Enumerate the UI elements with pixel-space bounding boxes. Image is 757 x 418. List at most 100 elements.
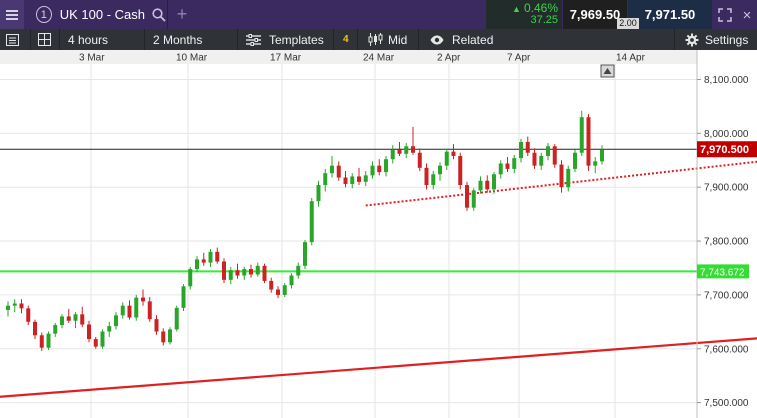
candle-body: [330, 165, 334, 174]
candle: [465, 181, 469, 211]
candle: [242, 266, 247, 280]
candle: [120, 302, 125, 319]
candle-body: [336, 165, 341, 178]
scroll-to-end-icon[interactable]: [600, 64, 615, 78]
up-arrow-icon: ▲: [512, 4, 521, 14]
settings-button[interactable]: Settings: [685, 29, 748, 50]
x-tick-label: 10 Mar: [176, 53, 208, 64]
layout-grid-icon[interactable]: [38, 29, 51, 50]
candle-body: [87, 324, 91, 340]
candle-body: [323, 173, 328, 186]
candle: [485, 175, 490, 193]
price-type-button[interactable]: Mid: [368, 29, 407, 50]
candle: [195, 256, 199, 273]
candle-body: [141, 297, 145, 302]
candle: [228, 266, 233, 285]
candle: [87, 320, 91, 343]
candle: [303, 239, 307, 270]
candle: [208, 249, 213, 267]
candle-body: [147, 301, 152, 320]
change-percent: ▲ 0.46%: [512, 1, 558, 15]
close-icon[interactable]: ×: [739, 6, 755, 24]
interval-dropdown[interactable]: 4 hours: [68, 29, 108, 50]
candle-body: [600, 149, 604, 162]
toolbar-separator: [418, 29, 419, 50]
candle-body: [579, 117, 584, 153]
candle: [444, 148, 449, 170]
candle-body: [26, 308, 31, 322]
candles: [6, 110, 604, 351]
candle-body: [417, 152, 422, 168]
candle-body: [161, 331, 166, 343]
candle-body: [390, 149, 395, 160]
candle: [181, 284, 186, 312]
candle: [53, 322, 58, 337]
candle: [46, 331, 51, 350]
templates-button[interactable]: Templates: [246, 29, 324, 50]
change-percent-value: 0.46%: [523, 1, 558, 15]
x-tick-label: 14 Apr: [616, 53, 646, 64]
candle-body: [397, 149, 402, 154]
candle-body: [107, 326, 112, 332]
candle-body: [593, 161, 598, 166]
price-chart[interactable]: 3 Mar 10 Mar 17 Mar 24 Mar 2 Apr 7 Apr 14 Apr …: [0, 50, 757, 418]
settings-label: Settings: [705, 32, 749, 47]
candle-body: [458, 155, 463, 186]
candlestick-icon: [368, 33, 383, 46]
templates-label: Templates: [269, 32, 324, 47]
instrument-selector[interactable]: 1 UK 100 - Cash: [28, 0, 166, 29]
x-axis: 3 Mar 10 Mar 17 Mar 24 Mar 2 Apr 7 Apr 14 Apr: [0, 50, 697, 64]
candle: [390, 145, 395, 164]
topbar-divider: [167, 0, 168, 29]
expand-icon[interactable]: [716, 6, 734, 24]
candle-body: [46, 333, 51, 348]
candle: [215, 247, 220, 264]
add-instrument-icon[interactable]: +: [171, 0, 193, 29]
y-axis: 8,100.000 8,000.000 7,900.000 7,800.000 7,70…: [696, 50, 749, 418]
search-icon[interactable]: [152, 7, 166, 22]
candle: [593, 157, 598, 174]
candle-body: [296, 265, 301, 276]
candle: [438, 162, 442, 181]
chart-grid: [0, 64, 697, 418]
candle-body: [438, 165, 442, 175]
candle: [100, 329, 105, 349]
buy-price-button[interactable]: 7,971.50: [628, 0, 712, 29]
candle: [492, 172, 496, 194]
candle: [201, 252, 206, 266]
candle: [586, 113, 591, 172]
range-dropdown[interactable]: 2 Months: [153, 29, 202, 50]
candle: [235, 263, 240, 279]
chart-list-icon[interactable]: [6, 29, 19, 50]
candle-body: [424, 167, 429, 186]
hamburger-menu-icon[interactable]: [0, 0, 24, 29]
chart-lines: [0, 148, 757, 398]
candle: [168, 327, 172, 345]
related-button[interactable]: Related: [430, 29, 493, 50]
candle-body: [573, 152, 577, 169]
candle-body: [465, 185, 469, 208]
candle-body: [478, 180, 483, 191]
candle-body: [255, 265, 260, 275]
candle: [276, 286, 280, 299]
candle-body: [174, 307, 179, 330]
candle-body: [309, 201, 314, 243]
candle-body: [100, 331, 105, 347]
green-level-label-text: 7,743.672: [700, 267, 745, 278]
candle-body: [559, 164, 564, 188]
related-label: Related: [452, 32, 494, 47]
candle-body: [168, 329, 172, 343]
candle: [451, 144, 456, 160]
candle: [26, 305, 31, 326]
candle-body: [53, 325, 58, 334]
candle-body: [586, 117, 591, 166]
candle-body: [188, 269, 193, 287]
candle: [505, 157, 510, 173]
candle-body: [154, 319, 159, 332]
candle: [249, 264, 253, 278]
candle-body: [505, 163, 510, 169]
solid-red-trendline: [0, 337, 757, 398]
candle: [60, 314, 64, 329]
candle-body: [316, 185, 321, 202]
candle-body: [471, 190, 476, 208]
